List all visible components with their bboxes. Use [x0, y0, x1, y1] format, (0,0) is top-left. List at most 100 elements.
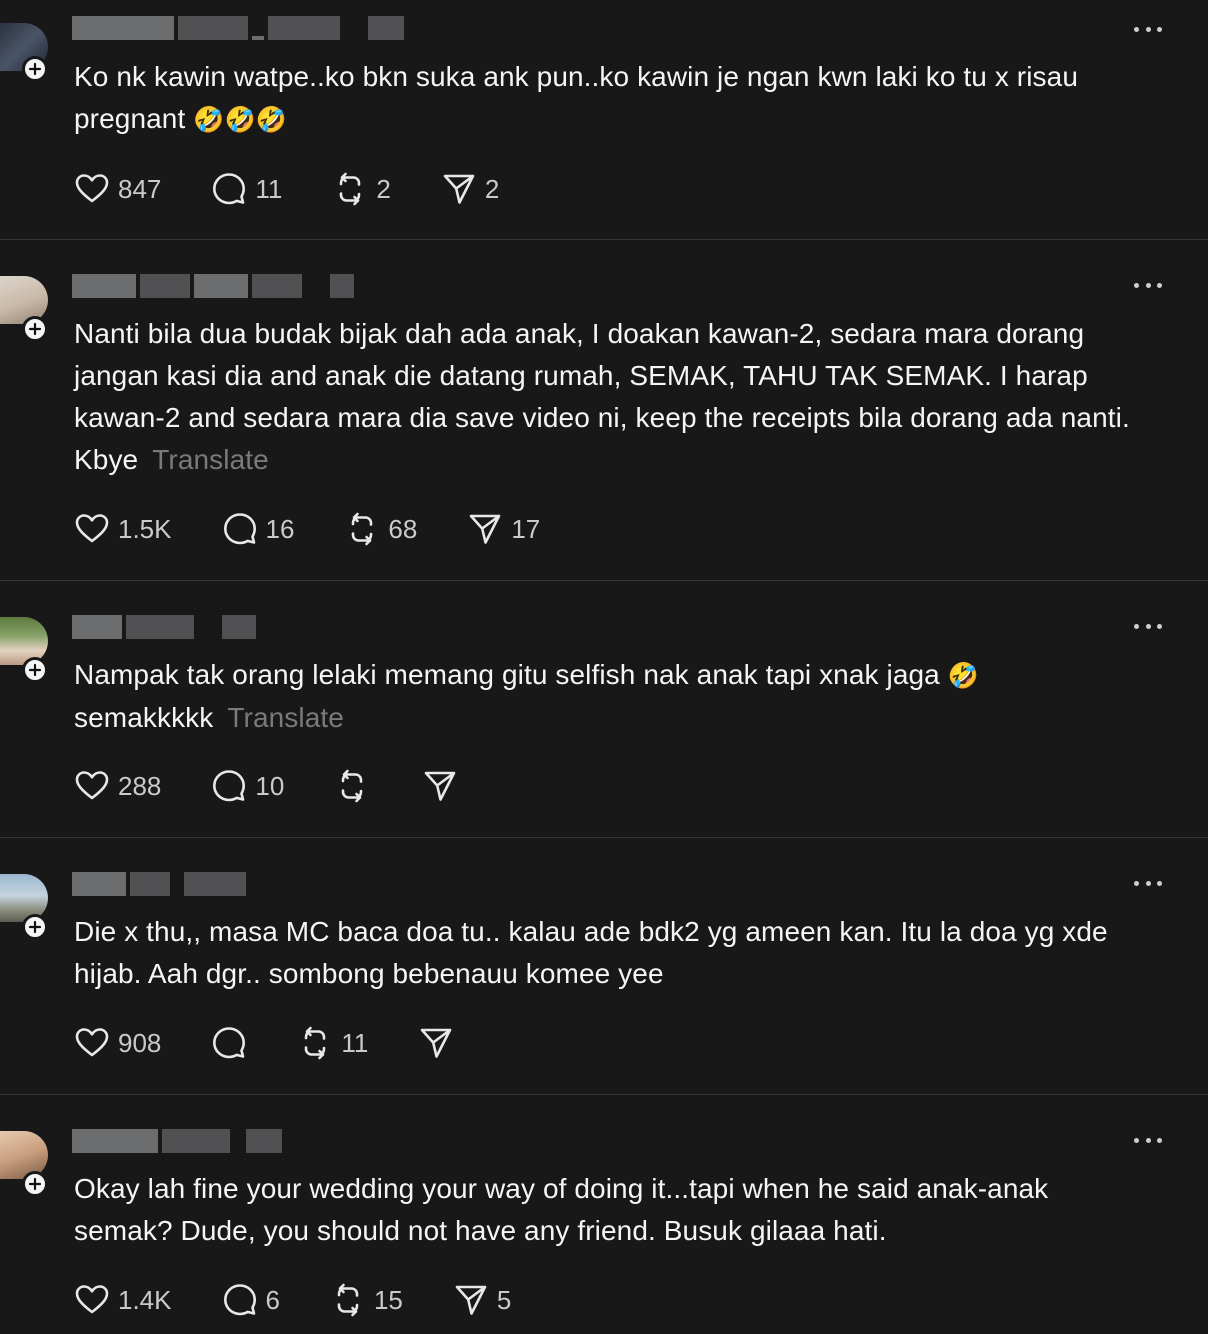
share-button[interactable] [422, 768, 458, 804]
reply-button[interactable]: 11 [211, 171, 282, 207]
more-icon[interactable] [1134, 1135, 1162, 1145]
share-button[interactable]: 5 [453, 1282, 511, 1318]
share-count: 2 [484, 173, 500, 204]
share-count: 17 [511, 513, 541, 544]
repost-button[interactable]: 11 [297, 1025, 368, 1061]
send-icon [470, 514, 501, 544]
like-button[interactable]: 1.4K [74, 1282, 172, 1318]
repost-icon [305, 1026, 326, 1060]
share-button[interactable] [418, 1025, 454, 1061]
reply-count: 16 [265, 513, 295, 544]
post-text: Die x thu,, masa MC baca doa tu.. kalau … [74, 911, 1144, 995]
emoji: 🤣🤣🤣 [193, 106, 287, 134]
share-count: 5 [496, 1284, 512, 1315]
repost-icon [342, 769, 363, 803]
repost-button[interactable]: 2 [332, 171, 391, 207]
post-text-line: Ko nk kawin watpe..ko bkn suka ank pun..… [74, 61, 1078, 92]
like-count: 1.4K [118, 1284, 172, 1315]
thread-item: Nampak tak orang lelaki memang gitu self… [0, 581, 1208, 838]
username[interactable] [72, 1129, 282, 1153]
post-text-body: Okay lah fine your wedding your way of d… [74, 1173, 1049, 1246]
send-icon [425, 771, 456, 801]
like-count: 288 [118, 770, 162, 801]
plus-icon [28, 1177, 42, 1191]
reply-button[interactable] [211, 1025, 247, 1061]
repost-button[interactable]: 15 [330, 1282, 403, 1318]
repost-button[interactable]: 68 [344, 511, 417, 547]
emoji: 🤣 [947, 662, 979, 690]
repost-button[interactable] [334, 768, 370, 804]
comment-icon [213, 1027, 246, 1059]
heart-icon [75, 1028, 109, 1057]
heart-icon [75, 514, 109, 543]
like-count: 1.5K [118, 513, 172, 544]
post-text-line: pregnant [74, 103, 186, 134]
like-button[interactable]: 288 [74, 768, 161, 804]
repost-icon [340, 172, 361, 206]
thread-item: Ko nk kawin watpe..ko bkn suka ank pun..… [0, 0, 1208, 240]
like-button[interactable]: 908 [74, 1025, 161, 1061]
send-icon [421, 1028, 452, 1058]
comment-icon [213, 770, 246, 802]
action-bar: 1.5K 16 68 17 [74, 511, 590, 547]
thread-item: Nanti bila dua budak bijak dah ada anak,… [0, 240, 1208, 581]
post-text: Ko nk kawin watpe..ko bkn suka ank pun..… [74, 56, 1174, 141]
repost-count: 11 [341, 1027, 369, 1058]
thread-item: Okay lah fine your wedding your way of d… [0, 1095, 1208, 1334]
reply-button[interactable]: 10 [211, 768, 284, 804]
action-bar: 288 10 [74, 768, 508, 804]
action-bar: 908 11 [74, 1025, 504, 1061]
plus-icon [28, 62, 42, 76]
translate-link[interactable]: Translate [152, 444, 269, 475]
reply-button[interactable]: 6 [222, 1282, 280, 1318]
reply-count: 6 [265, 1284, 280, 1315]
post-text-line: Nampak tak orang lelaki memang gitu self… [74, 659, 940, 690]
follow-button[interactable] [22, 1171, 48, 1197]
share-button[interactable]: 2 [441, 171, 499, 207]
follow-button[interactable] [22, 316, 48, 342]
reply-button[interactable]: 16 [222, 511, 295, 547]
username[interactable] [72, 274, 354, 298]
follow-button[interactable] [22, 56, 48, 82]
username[interactable] [72, 615, 256, 639]
translate-link[interactable]: Translate [227, 702, 344, 733]
action-bar: 1.4K 6 15 5 [74, 1282, 561, 1318]
post-text-line: semakkkkk [74, 702, 214, 733]
share-button[interactable]: 17 [467, 511, 540, 547]
more-icon[interactable] [1134, 24, 1162, 34]
like-button[interactable]: 847 [74, 171, 161, 207]
follow-button[interactable] [22, 657, 48, 683]
heart-icon [75, 1285, 109, 1314]
follow-button[interactable] [22, 914, 48, 940]
heart-icon [75, 771, 109, 800]
post-text-body: Die x thu,, masa MC baca doa tu.. kalau … [74, 916, 1108, 989]
username[interactable] [72, 16, 404, 40]
like-count: 908 [118, 1027, 162, 1058]
repost-icon [352, 512, 373, 546]
more-icon[interactable] [1134, 878, 1162, 888]
comment-icon [213, 173, 246, 205]
comment-icon [223, 513, 256, 545]
repost-count: 2 [376, 173, 391, 204]
thread-item: Die x thu,, masa MC baca doa tu.. kalau … [0, 838, 1208, 1095]
more-icon[interactable] [1134, 280, 1162, 290]
reply-count: 11 [255, 173, 283, 204]
send-icon [443, 174, 475, 204]
send-icon [455, 1285, 487, 1315]
repost-count: 15 [373, 1284, 403, 1315]
reply-count: 10 [255, 770, 285, 801]
username[interactable] [72, 872, 246, 896]
plus-icon [28, 920, 42, 934]
plus-icon [28, 663, 42, 677]
post-text: Okay lah fine your wedding your way of d… [74, 1168, 1154, 1252]
repost-count: 68 [388, 513, 418, 544]
like-count: 847 [118, 173, 162, 204]
post-text: Nanti bila dua budak bijak dah ada anak,… [74, 313, 1174, 481]
post-text: Nampak tak orang lelaki memang gitu self… [74, 654, 1174, 739]
plus-icon [28, 322, 42, 336]
more-icon[interactable] [1134, 621, 1162, 631]
like-button[interactable]: 1.5K [74, 511, 172, 547]
heart-icon [75, 174, 109, 203]
comment-icon [223, 1284, 256, 1316]
action-bar: 847 11 2 2 [74, 171, 549, 207]
